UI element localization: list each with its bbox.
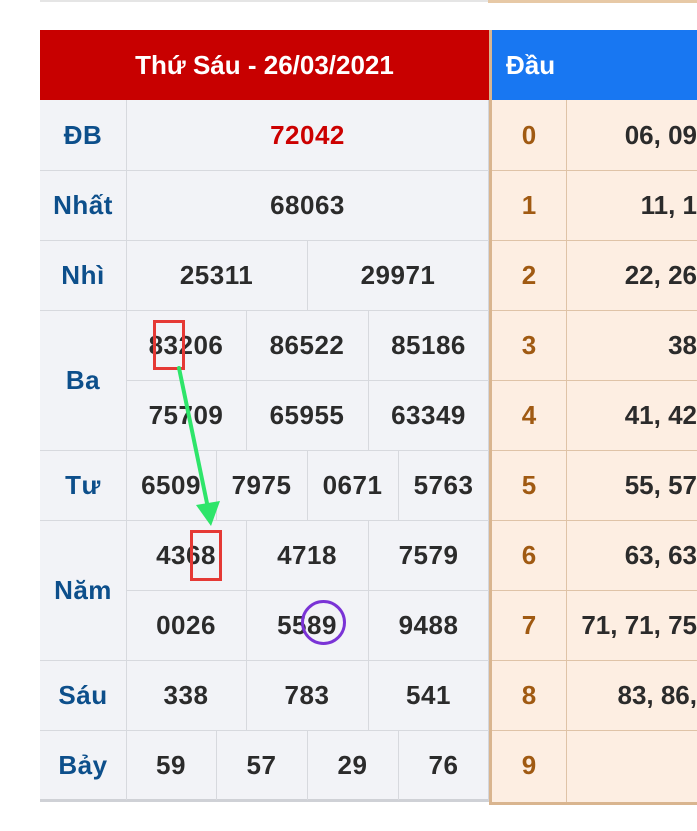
seventh-prize-number: 29 — [337, 749, 368, 780]
loto-head-values: 22, 26 — [624, 259, 697, 290]
fifth-prize-number: 9488 — [398, 609, 459, 640]
seventh-prize-number: 59 — [156, 749, 186, 780]
fifth-prize-number: 4368 — [156, 539, 216, 570]
loto-head-values: 38 — [668, 329, 697, 360]
seventh-prize-number: 57 — [246, 749, 277, 780]
loto-head-digit: 5 — [521, 469, 537, 500]
loto-head-digit: 8 — [521, 679, 537, 710]
second-prize-number: 25311 — [179, 259, 254, 290]
loto-head-digit: 9 — [521, 749, 537, 780]
prize-label-first: Nhất — [53, 189, 113, 220]
loto-head-values: 06, 09 — [624, 119, 697, 150]
fifth-prize-number: 4718 — [277, 539, 337, 570]
loto-head-digit: 1 — [521, 189, 537, 220]
third-prize-number: 86522 — [269, 329, 345, 360]
loto-head-values: 83, 86, — [617, 679, 697, 710]
loto-head-values: 63, 63 — [624, 539, 697, 570]
prize-label-fifth: Năm — [54, 574, 112, 605]
results-table: Thứ Sáu - 26/03/2021 ĐB Nhất Nhì Ba Tư N… — [40, 30, 489, 802]
loto-head-header: Đầu — [492, 30, 697, 100]
third-prize-number: 75709 — [148, 399, 224, 430]
results-date-header: Thứ Sáu - 26/03/2021 — [40, 30, 489, 100]
prize-label-third: Ba — [65, 364, 101, 395]
loto-head-values: 55, 57 — [624, 469, 697, 500]
loto-head-digit: 6 — [521, 539, 537, 570]
fourth-prize-number: 7975 — [231, 469, 292, 500]
third-prize-number: 63349 — [391, 399, 466, 430]
loto-head-values: 41, 42 — [624, 399, 697, 430]
sixth-prize-number: 541 — [406, 679, 451, 710]
third-prize-number: 85186 — [391, 329, 466, 360]
fifth-prize-number: 0026 — [156, 609, 216, 640]
prize-label-fourth: Tư — [65, 469, 101, 500]
sixth-prize-number: 783 — [284, 679, 330, 710]
second-prize-number: 29971 — [360, 259, 436, 290]
loto-head-values — [567, 730, 697, 800]
sixth-prize-number: 338 — [163, 679, 209, 710]
seventh-prize-number: 76 — [428, 749, 459, 780]
prize-label-sixth: Sáu — [58, 679, 108, 710]
loto-head-digit: 4 — [521, 399, 537, 430]
third-prize-number: 65955 — [269, 399, 345, 430]
highlight-box-bottom — [190, 530, 222, 581]
loto-head-table: Đầu 0 06, 09 1 11, 1 2 22, 26 3 38 4 41,… — [489, 30, 697, 805]
loto-head-digit: 0 — [521, 119, 537, 150]
top-divider-right — [488, 0, 697, 3]
highlight-circle — [301, 600, 346, 645]
loto-head-digit: 3 — [521, 329, 537, 360]
top-divider — [40, 0, 488, 2]
prize-label-special: ĐB — [63, 119, 103, 150]
prize-label-second: Nhì — [61, 259, 105, 290]
special-prize-number: 72042 — [270, 119, 345, 150]
fourth-prize-number: 0671 — [322, 469, 383, 500]
fifth-prize-number: 7579 — [398, 539, 459, 570]
loto-head-values: 71, 71, 75 — [581, 609, 697, 640]
third-prize-number: 83206 — [148, 329, 224, 360]
loto-head-values: 11, 1 — [640, 189, 697, 220]
fourth-prize-number: 5763 — [413, 469, 474, 500]
prize-label-seventh: Bảy — [58, 749, 108, 780]
fourth-prize-number: 6509 — [141, 469, 201, 500]
loto-head-digit: 2 — [521, 259, 537, 290]
first-prize-number: 68063 — [270, 189, 345, 220]
loto-head-digit: 7 — [521, 609, 537, 640]
highlight-box-top — [153, 320, 185, 370]
